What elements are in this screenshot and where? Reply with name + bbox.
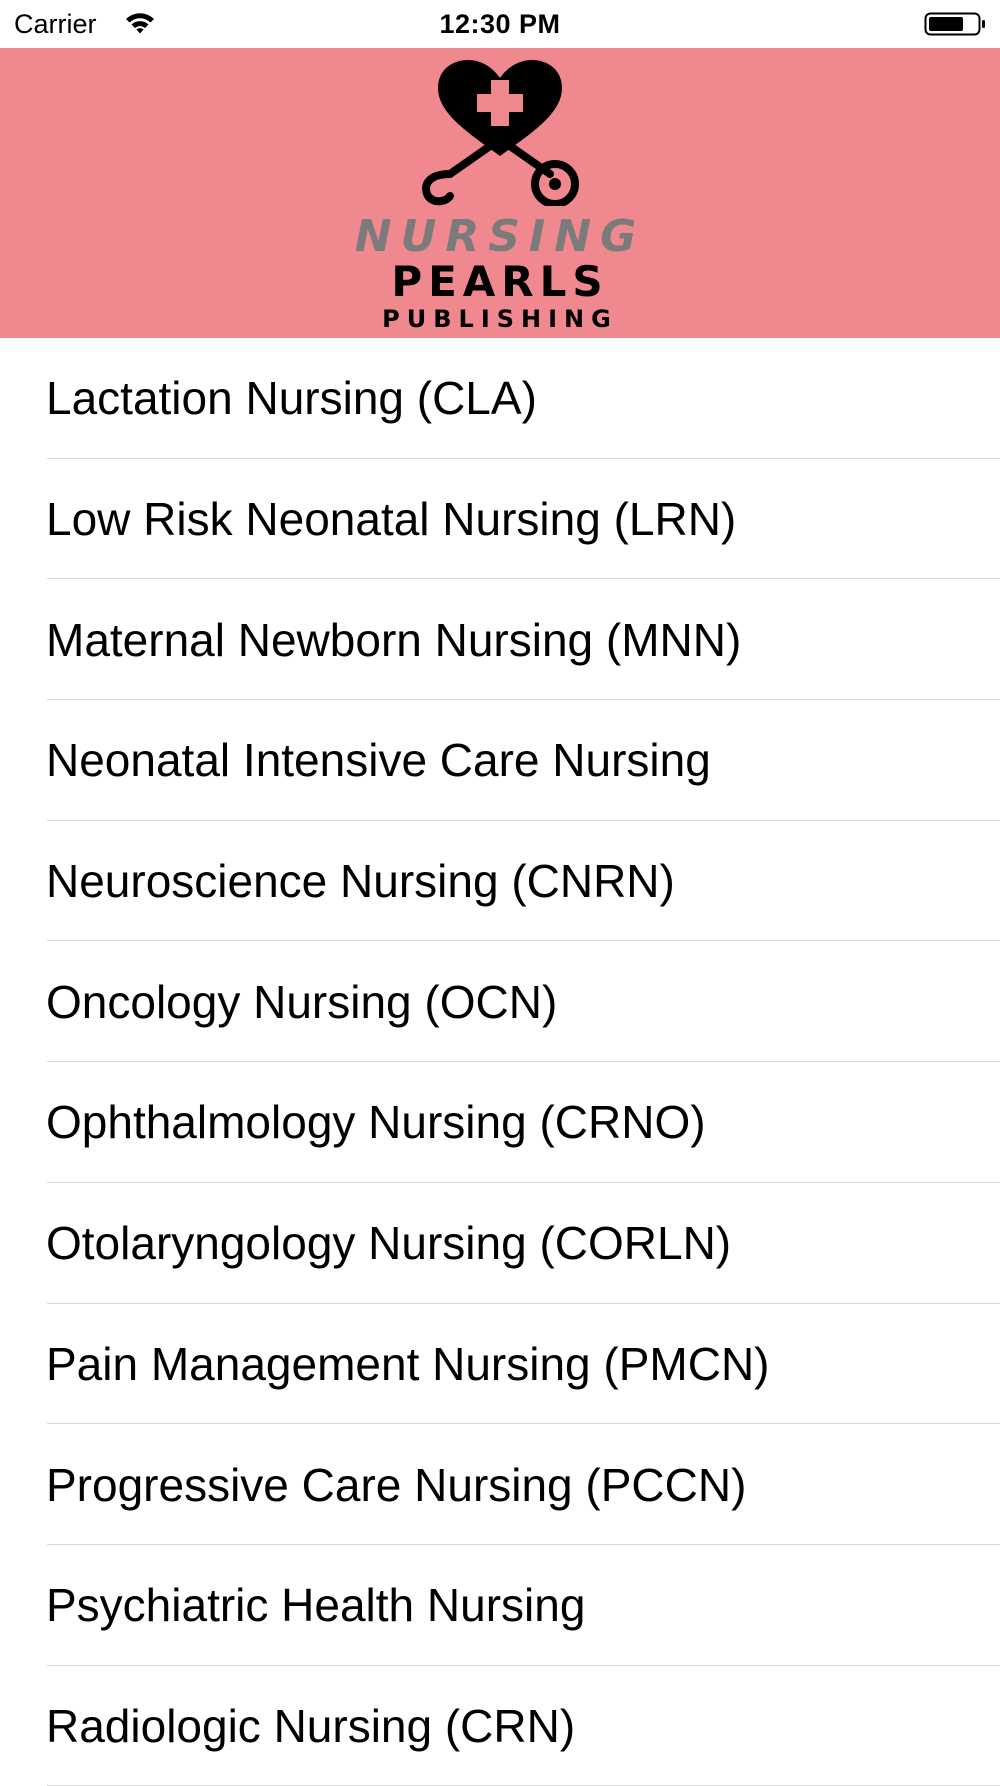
- battery-icon: [924, 12, 985, 36]
- list-item[interactable]: Oncology Nursing (OCN): [0, 941, 1000, 1062]
- status-time: 12:30 PM: [439, 9, 561, 39]
- status-bar: Carrier 12:30 PM: [0, 0, 1000, 48]
- list-item[interactable]: Lactation Nursing (CLA): [0, 338, 1000, 459]
- list-item-label: Ophthalmology Nursing (CRNO): [46, 1096, 706, 1149]
- list-item-label: Neonatal Intensive Care Nursing: [46, 734, 711, 787]
- list-item[interactable]: Otolaryngology Nursing (CORLN): [0, 1183, 1000, 1304]
- logo-text-pearls: PEARLS: [391, 257, 609, 306]
- list-item-label: Maternal Newborn Nursing (MNN): [46, 613, 742, 666]
- list-item-label: Lactation Nursing (CLA): [46, 372, 537, 425]
- list-item-label: Psychiatric Health Nursing: [46, 1579, 586, 1632]
- list-item[interactable]: Ophthalmology Nursing (CRNO): [0, 1062, 1000, 1183]
- list-item-label: Radiologic Nursing (CRN): [46, 1699, 576, 1752]
- certification-list: Lactation Nursing (CLA) Low Risk Neonata…: [0, 338, 1000, 1786]
- list-item[interactable]: Psychiatric Health Nursing: [0, 1545, 1000, 1666]
- logo-text-nursing: NURSING: [354, 211, 646, 262]
- heart-stethoscope-logo-icon: [422, 60, 579, 206]
- list-item-label: Pain Management Nursing (PMCN): [46, 1337, 770, 1390]
- list-item-label: Oncology Nursing (OCN): [46, 975, 558, 1028]
- list-item[interactable]: Neonatal Intensive Care Nursing: [0, 700, 1000, 821]
- list-item[interactable]: Neuroscience Nursing (CNRN): [0, 821, 1000, 942]
- list-item[interactable]: Low Risk Neonatal Nursing (LRN): [0, 459, 1000, 580]
- list-item-label: Low Risk Neonatal Nursing (LRN): [46, 493, 737, 546]
- nursing-pearls-logo: NURSING PEARLS PUBLISHING: [340, 56, 660, 336]
- list-item[interactable]: Radiologic Nursing (CRN): [0, 1666, 1000, 1786]
- list-item-label: Neuroscience Nursing (CNRN): [46, 855, 675, 908]
- header-banner: NURSING PEARLS PUBLISHING: [0, 48, 1000, 338]
- logo-text-publishing: PUBLISHING: [382, 305, 618, 333]
- list-item[interactable]: Pain Management Nursing (PMCN): [0, 1304, 1000, 1425]
- list-item-label: Otolaryngology Nursing (CORLN): [46, 1217, 732, 1270]
- list-item-label: Progressive Care Nursing (PCCN): [46, 1458, 747, 1511]
- list-item[interactable]: Progressive Care Nursing (PCCN): [0, 1424, 1000, 1545]
- list-item[interactable]: Maternal Newborn Nursing (MNN): [0, 579, 1000, 700]
